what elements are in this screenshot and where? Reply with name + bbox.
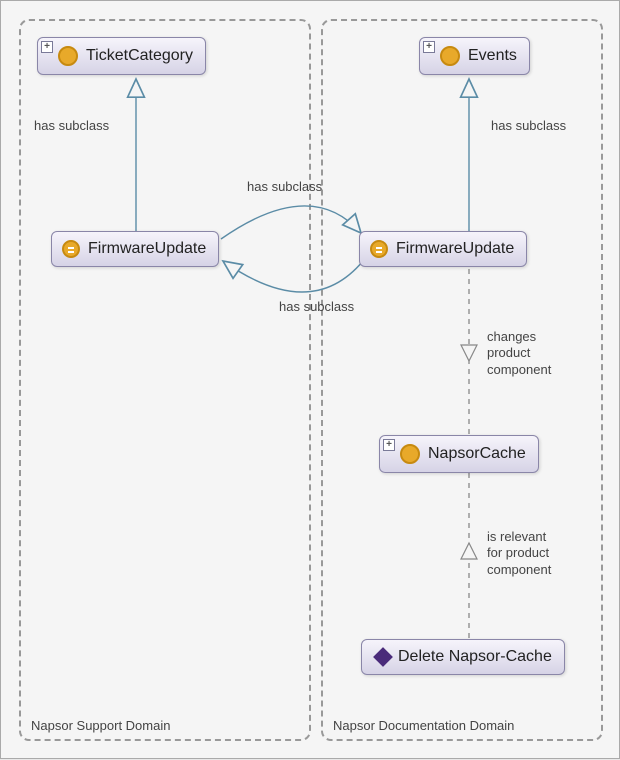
node-ticket-category[interactable]: + TicketCategory	[37, 37, 206, 75]
edge-label-has-subclass-right: has subclass	[491, 118, 566, 134]
edge-label-changes-product: changes product component	[487, 329, 551, 378]
class-icon	[440, 46, 460, 66]
domain-label-right: Napsor Documentation Domain	[333, 718, 514, 733]
node-napsor-cache[interactable]: + NapsorCache	[379, 435, 539, 473]
node-delete-cache[interactable]: Delete Napsor-Cache	[361, 639, 565, 675]
node-label: TicketCategory	[86, 47, 193, 65]
diamond-icon	[373, 647, 393, 667]
class-icon	[400, 444, 420, 464]
edge-label-has-subclass-cross-bottom: has subclass	[279, 299, 354, 315]
expand-icon[interactable]: +	[41, 41, 53, 53]
node-label: NapsorCache	[428, 445, 526, 463]
node-events[interactable]: + Events	[419, 37, 530, 75]
node-firmware-right[interactable]: FirmwareUpdate	[359, 231, 527, 267]
expand-icon[interactable]: +	[383, 439, 395, 451]
edge-label-has-subclass-cross-top: has subclass	[247, 179, 322, 195]
diagram-canvas: Napsor Support Domain Napsor Documentati…	[0, 0, 620, 759]
class-icon	[58, 46, 78, 66]
domain-label-left: Napsor Support Domain	[31, 718, 170, 733]
node-label: Delete Napsor-Cache	[398, 648, 552, 666]
node-firmware-left[interactable]: FirmwareUpdate	[51, 231, 219, 267]
class-lines-icon	[62, 240, 80, 258]
edge-label-relevant-product: is relevant for product component	[487, 529, 551, 578]
node-label: FirmwareUpdate	[88, 240, 206, 258]
node-label: FirmwareUpdate	[396, 240, 514, 258]
expand-icon[interactable]: +	[423, 41, 435, 53]
edge-label-has-subclass-left: has subclass	[34, 118, 109, 134]
node-label: Events	[468, 47, 517, 65]
class-lines-icon	[370, 240, 388, 258]
